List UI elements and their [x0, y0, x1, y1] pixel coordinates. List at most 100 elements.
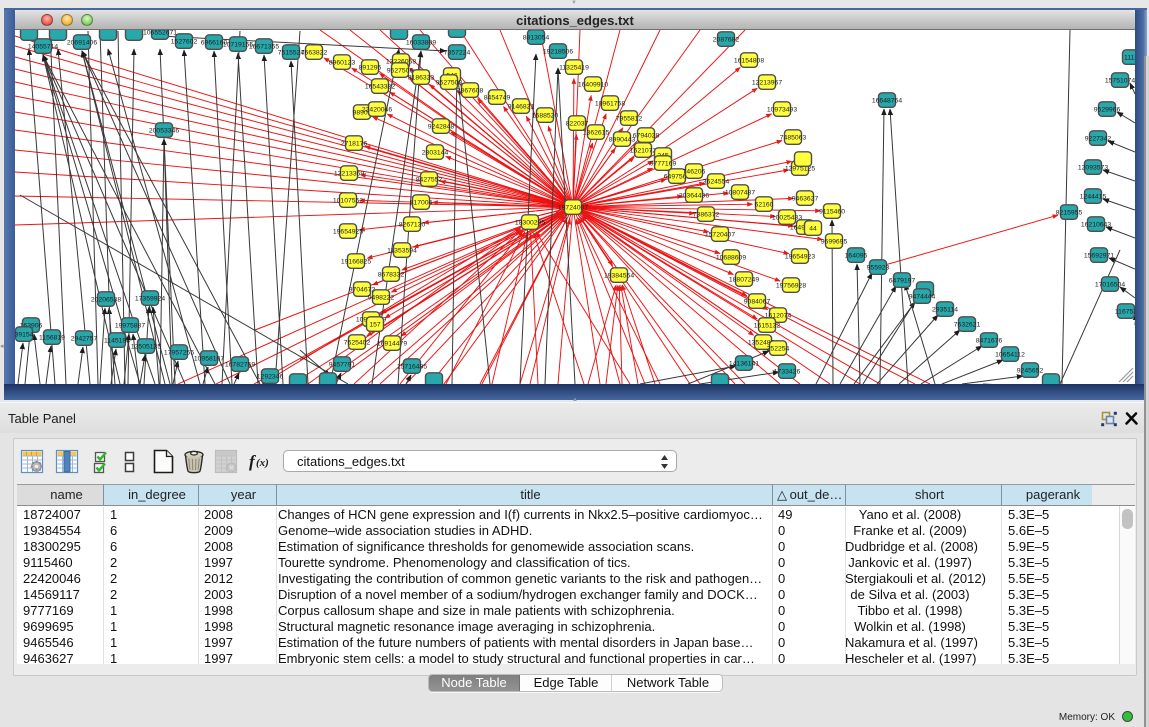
- svg-text:9529966: 9529966: [1094, 107, 1121, 114]
- svg-text:9146821: 9146821: [508, 104, 535, 111]
- svg-text:9115460: 9115460: [819, 209, 845, 216]
- svg-text:16648764: 16648764: [872, 98, 902, 105]
- svg-text:17016504: 17016504: [1095, 282, 1125, 289]
- svg-text:16782759: 16782759: [225, 362, 255, 369]
- svg-text:1292346: 1292346: [257, 374, 284, 381]
- svg-text:9699695: 9699695: [821, 239, 848, 246]
- svg-text:9463627: 9463627: [792, 196, 819, 203]
- svg-text:1527602: 1527602: [171, 39, 198, 46]
- svg-text:62160: 62160: [755, 202, 774, 209]
- svg-text:7485063: 7485063: [780, 135, 807, 142]
- svg-text:18724007: 18724007: [558, 205, 588, 212]
- svg-text:10807487: 10807487: [725, 190, 755, 197]
- svg-text:2718176: 2718176: [341, 141, 368, 148]
- svg-text:9474444: 9474444: [909, 294, 936, 301]
- svg-text:10961758: 10961758: [595, 101, 625, 108]
- svg-text:116753: 116753: [1115, 309, 1135, 316]
- svg-text:6479197: 6479197: [889, 278, 916, 285]
- svg-text:157: 157: [369, 322, 381, 329]
- svg-text:12505135: 12505135: [131, 344, 161, 351]
- svg-text:6794028: 6794028: [633, 133, 660, 140]
- svg-text:18807249: 18807249: [729, 277, 759, 284]
- svg-text:7625402: 7625402: [344, 340, 371, 347]
- svg-text:14136141: 14136141: [729, 361, 759, 368]
- svg-text:10973493: 10973493: [767, 107, 797, 114]
- svg-text:17359924: 17359924: [135, 296, 165, 303]
- svg-text:1244415: 1244415: [1080, 194, 1107, 201]
- svg-text:7955812: 7955812: [616, 116, 643, 123]
- svg-text:7357224: 7357224: [444, 50, 471, 57]
- svg-text:9777169: 9777169: [650, 161, 677, 168]
- svg-text:19654923: 19654923: [785, 254, 815, 261]
- svg-text:2867608: 2867608: [457, 88, 484, 95]
- svg-text:15716485: 15716485: [397, 364, 427, 371]
- svg-text:19975887: 19975887: [115, 323, 145, 330]
- svg-text:2087682: 2087682: [713, 37, 740, 44]
- svg-text:9527506: 9527506: [387, 68, 414, 75]
- svg-text:14055714: 14055714: [28, 44, 58, 51]
- svg-text:16409910: 16409910: [578, 82, 608, 89]
- svg-text:955923: 955923: [867, 265, 890, 272]
- svg-text:2803144: 2803144: [422, 150, 449, 157]
- svg-text:9245652: 9245652: [1017, 368, 1044, 375]
- svg-text:11325419: 11325419: [559, 65, 589, 72]
- svg-text:1112: 1112: [1124, 55, 1135, 62]
- svg-text:44: 44: [809, 226, 817, 233]
- svg-text:19384554: 19384554: [604, 273, 634, 280]
- svg-text:8454749: 8454749: [484, 95, 511, 102]
- svg-text:1362615: 1362615: [583, 130, 610, 137]
- svg-text:16033809: 16033809: [406, 40, 436, 47]
- svg-text:817004: 817004: [410, 200, 433, 207]
- svg-text:10958107: 10958107: [194, 356, 224, 363]
- svg-text:1615132: 1615132: [754, 323, 781, 330]
- svg-text:8427552: 8427552: [416, 177, 443, 184]
- svg-text:22420046: 22420046: [362, 107, 392, 114]
- svg-text:19654925: 19654925: [333, 229, 363, 236]
- svg-text:9084067: 9084067: [744, 299, 771, 306]
- svg-text:8813054: 8813054: [523, 35, 550, 42]
- svg-text:8215955: 8215955: [1056, 210, 1083, 217]
- svg-text:20691406: 20691406: [67, 40, 97, 47]
- svg-text:12213369: 12213369: [334, 171, 364, 178]
- svg-text:746206: 746206: [683, 169, 706, 176]
- svg-text:3624554: 3624554: [703, 179, 730, 186]
- svg-text:10688609: 10688609: [716, 255, 746, 262]
- svg-text:16543382: 16543382: [365, 84, 395, 91]
- svg-text:1156819: 1156819: [39, 335, 65, 342]
- svg-text:39154: 39154: [15, 332, 34, 339]
- svg-text:7386372: 7386372: [693, 212, 720, 219]
- svg-text:9498222: 9498222: [368, 295, 395, 302]
- svg-text:8267130: 8267130: [399, 222, 426, 229]
- svg-text:12213967: 12213967: [752, 80, 782, 87]
- svg-text:8678332: 8678332: [378, 272, 405, 279]
- svg-text:12093573: 12093573: [1078, 165, 1108, 172]
- svg-text:20206538: 20206538: [91, 297, 121, 304]
- svg-text:11353594: 11353594: [387, 248, 417, 255]
- svg-text:19166825: 19166825: [341, 259, 371, 266]
- svg-text:106552671: 106552671: [143, 30, 177, 37]
- svg-text:16914479: 16914479: [377, 341, 407, 348]
- svg-text:20364436: 20364436: [679, 193, 709, 200]
- svg-text:19756928: 19756928: [776, 283, 806, 290]
- svg-text:10654112: 10654112: [995, 352, 1025, 359]
- svg-text:9227342: 9227342: [1085, 136, 1112, 143]
- svg-text:9527508: 9527508: [436, 80, 463, 87]
- svg-text:1733426: 1733426: [774, 369, 801, 376]
- svg-text:9457791: 9457791: [329, 362, 356, 369]
- svg-text:7663822: 7663822: [301, 50, 328, 57]
- svg-text:8960123: 8960123: [329, 60, 356, 67]
- svg-text:17957255: 17957255: [164, 350, 194, 357]
- svg-text:9242848: 9242848: [428, 124, 455, 131]
- svg-text:822037: 822037: [566, 121, 589, 128]
- svg-text:10107552: 10107552: [333, 198, 363, 205]
- svg-text:9704672: 9704672: [349, 287, 376, 294]
- svg-text:(x): (x): [256, 457, 269, 469]
- svg-text:2935114: 2935114: [932, 307, 958, 314]
- svg-text:15692971: 15692971: [1084, 253, 1114, 260]
- svg-text:15751074: 15751074: [1105, 78, 1135, 85]
- svg-text:164095: 164095: [845, 253, 868, 260]
- svg-text:2942757: 2942757: [71, 336, 98, 343]
- svg-text:16154808: 16154808: [734, 58, 764, 65]
- svg-text:20053346: 20053346: [149, 128, 179, 135]
- svg-text:1588520: 1588520: [532, 113, 559, 120]
